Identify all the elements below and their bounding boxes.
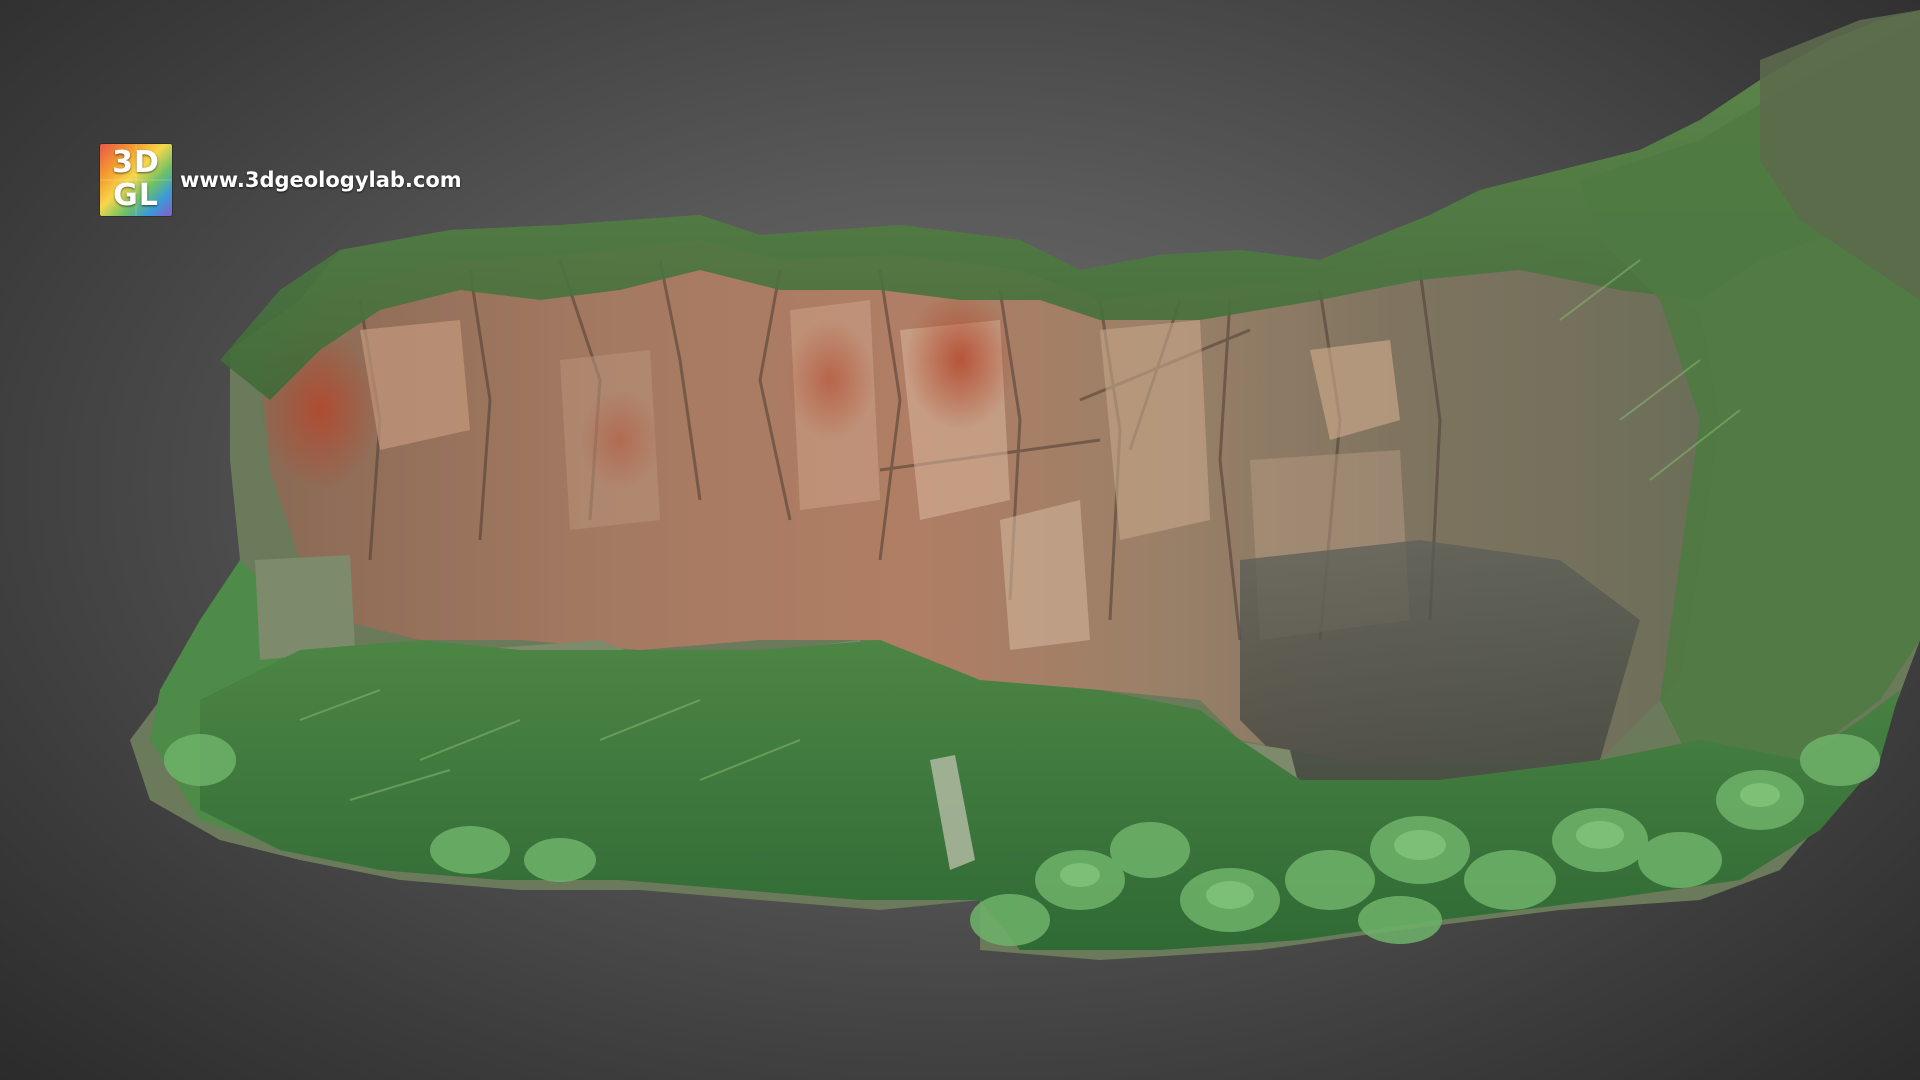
logo-line-1: 3D xyxy=(112,145,160,180)
model-viewer[interactable]: 3D GL www.3dgeologylab.com xyxy=(0,0,1920,1080)
shaded-rock-right xyxy=(1240,540,1640,780)
logo-line-2: GL xyxy=(113,178,159,213)
watermark: 3D GL www.3dgeologylab.com xyxy=(100,144,462,216)
3dgl-logo: 3D GL xyxy=(100,144,172,216)
website-url: www.3dgeologylab.com xyxy=(180,168,462,192)
